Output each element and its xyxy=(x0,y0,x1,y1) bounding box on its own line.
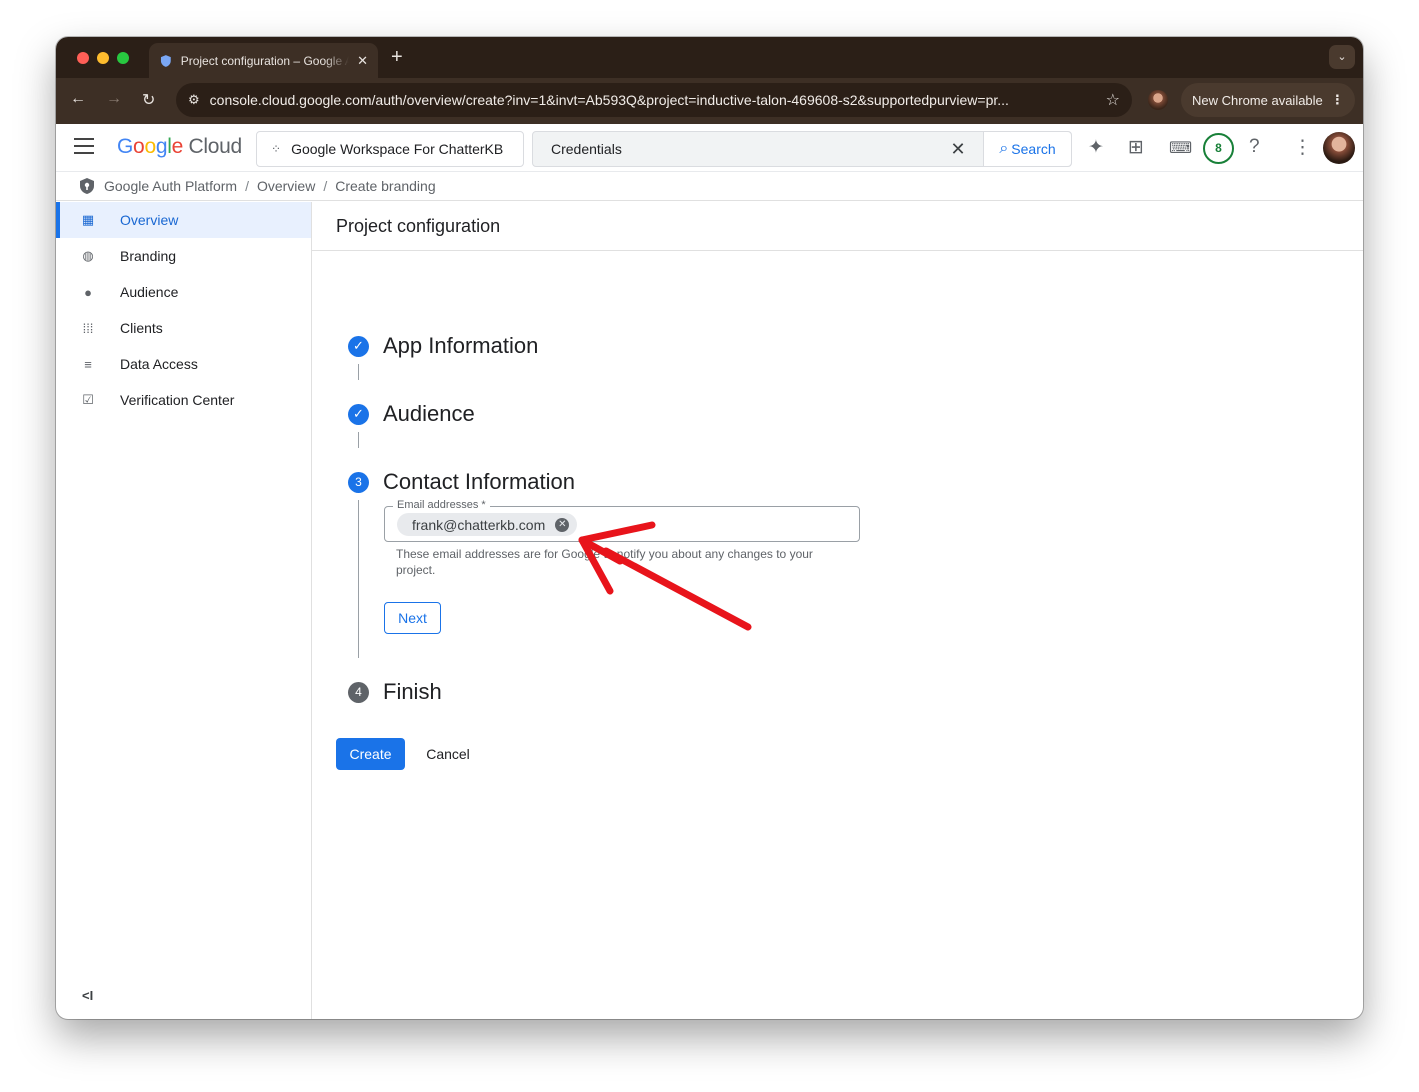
breadcrumb-item-current: Create branding xyxy=(335,178,436,194)
step-label: Finish xyxy=(383,679,442,704)
breadcrumb-item[interactable]: Google Auth Platform xyxy=(104,178,237,194)
profile-avatar[interactable] xyxy=(1148,90,1168,110)
help-icon[interactable]: ? xyxy=(1249,136,1260,158)
forward-icon[interactable]: → xyxy=(106,90,122,108)
checkbox-icon: ☑ xyxy=(82,392,94,407)
step-label: App Information xyxy=(383,333,539,358)
step-label: Contact Information xyxy=(383,469,575,494)
url-text[interactable]: console.cloud.google.com/auth/overview/c… xyxy=(210,92,1098,108)
breadcrumb-separator: / xyxy=(323,178,328,194)
more-vert-icon[interactable]: ⋮ xyxy=(1331,92,1344,108)
field-label: Email addresses * xyxy=(393,499,490,511)
sidebar: ▦ Overview ◍ Branding ● Audience ⁞⁞⁞ Cli… xyxy=(56,202,312,1019)
page-title: Project configuration xyxy=(312,202,1363,251)
breadcrumb-item[interactable]: Overview xyxy=(257,178,315,194)
browser-window: Project configuration – Google Auth Plat… xyxy=(56,37,1363,1019)
sidebar-item-clients[interactable]: ⁞⁞⁞ Clients xyxy=(56,310,311,346)
chrome-update-label: New Chrome available xyxy=(1192,92,1323,108)
more-vert-icon[interactable]: ⋮ xyxy=(1293,136,1312,159)
gift-icon[interactable]: ⊞ xyxy=(1128,136,1144,159)
project-name: Google Workspace For ChatterKB xyxy=(291,141,504,157)
menu-icon[interactable] xyxy=(74,138,94,159)
search-box[interactable]: Credentials ✕ ⌕ Search xyxy=(532,131,1072,167)
sidebar-item-label: Overview xyxy=(120,212,179,228)
sidebar-item-data-access[interactable]: ≡ Data Access xyxy=(56,346,311,382)
create-button[interactable]: Create xyxy=(336,738,405,770)
sidebar-item-label: Audience xyxy=(120,284,179,300)
remove-chip-icon[interactable]: ✕ xyxy=(555,517,570,532)
address-bar[interactable]: ⚙ console.cloud.google.com/auth/overview… xyxy=(176,83,1132,117)
grid-icon: ⁞⁞⁞ xyxy=(82,320,94,336)
step-audience: ✓ Audience xyxy=(348,401,475,427)
shield-icon xyxy=(80,178,94,194)
check-icon: ✓ xyxy=(348,335,369,357)
step-connector xyxy=(358,432,359,448)
sidebar-item-branding[interactable]: ◍ Branding xyxy=(56,238,311,274)
close-icon[interactable]: ✕ xyxy=(357,53,368,69)
search-input[interactable]: Credentials xyxy=(533,141,933,157)
maximize-window-button[interactable] xyxy=(117,52,129,64)
account-avatar[interactable] xyxy=(1323,132,1355,164)
breadcrumb-separator: / xyxy=(245,178,249,194)
sidebar-item-label: Verification Center xyxy=(120,392,235,408)
step-app-information: ✓ App Information xyxy=(348,333,538,359)
chevron-down-icon[interactable]: ⌄ xyxy=(1329,45,1355,69)
sidebar-item-audience[interactable]: ● Audience xyxy=(56,274,311,310)
step-number: 4 xyxy=(348,681,369,703)
sidebar-item-label: Branding xyxy=(120,248,177,264)
collapse-sidebar-icon[interactable]: <I xyxy=(82,988,93,1003)
gemini-sparkle-icon[interactable]: ✦ xyxy=(1088,136,1104,159)
step-connector xyxy=(358,500,359,658)
email-chip-label: frank@chatterkb.com xyxy=(412,516,546,533)
bookmark-star-icon[interactable]: ☆ xyxy=(1106,90,1120,110)
notifications-badge[interactable]: 8 xyxy=(1203,133,1234,164)
project-icon: ⁘ xyxy=(271,142,282,156)
dashboard-icon: ▦ xyxy=(81,212,95,227)
site-settings-icon[interactable]: ⚙ xyxy=(188,92,200,108)
reload-icon[interactable]: ↻ xyxy=(142,90,155,110)
email-chip[interactable]: frank@chatterkb.com ✕ xyxy=(397,513,578,536)
browser-tab[interactable]: Project configuration – Google Auth Plat… xyxy=(149,43,378,78)
main-content: Project configuration ✓ App Information … xyxy=(312,202,1363,1019)
step-number: 3 xyxy=(348,471,369,493)
sidebar-item-verification-center[interactable]: ☑ Verification Center xyxy=(56,382,311,418)
tab-title: Project configuration – Google Auth Plat… xyxy=(180,53,350,68)
check-icon: ✓ xyxy=(348,403,369,425)
next-button[interactable]: Next xyxy=(384,602,441,634)
sidebar-item-label: Data Access xyxy=(120,356,198,372)
sidebar-item-overview[interactable]: ▦ Overview xyxy=(56,202,311,238)
step-connector xyxy=(358,364,359,380)
browser-toolbar: ← → ↻ ⚙ console.cloud.google.com/auth/ov… xyxy=(56,78,1363,124)
cloud-shell-icon[interactable]: ⌨ xyxy=(1169,138,1192,158)
project-selector[interactable]: ⁘ Google Workspace For ChatterKB xyxy=(256,131,524,167)
shield-icon xyxy=(160,54,171,67)
google-cloud-logo[interactable]: Google Cloud xyxy=(117,135,242,159)
console-header: Google Cloud ⁘ Google Workspace For Chat… xyxy=(56,124,1363,172)
breadcrumb: Google Auth Platform / Overview / Create… xyxy=(56,172,1363,201)
search-icon: ⌕ xyxy=(999,140,1009,157)
account-circle-icon: ● xyxy=(84,284,92,300)
step-label: Audience xyxy=(383,401,475,426)
chrome-update-button[interactable]: New Chrome available ⋮ xyxy=(1181,83,1355,117)
new-tab-icon[interactable]: + xyxy=(391,46,403,69)
tab-strip: Project configuration – Google Auth Plat… xyxy=(56,37,1363,78)
annotation-arrow-icon xyxy=(578,521,752,631)
step-finish: 4 Finish xyxy=(348,679,442,705)
minimize-window-button[interactable] xyxy=(97,52,109,64)
search-button[interactable]: ⌕ Search xyxy=(983,132,1071,166)
back-icon[interactable]: ← xyxy=(70,90,86,108)
cancel-button[interactable]: Cancel xyxy=(416,738,480,770)
data-settings-icon: ≡ xyxy=(84,356,92,372)
sidebar-item-label: Clients xyxy=(120,320,163,336)
step-contact-information: 3 Contact Information xyxy=(348,469,575,495)
clear-icon[interactable]: ✕ xyxy=(933,139,983,160)
palette-icon: ◍ xyxy=(82,248,94,263)
close-window-button[interactable] xyxy=(77,52,89,64)
